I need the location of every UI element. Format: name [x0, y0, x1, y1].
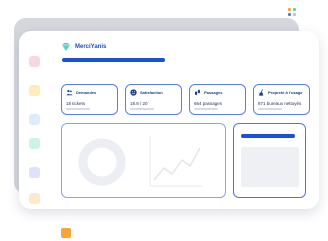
sidebar-item-4[interactable] [29, 138, 40, 149]
stat-title: Satisfaction [140, 90, 163, 95]
brand-name: MerciYanis [75, 44, 107, 50]
sidebar-item-2[interactable] [29, 85, 40, 96]
side-panel-title-placeholder [241, 134, 295, 138]
stat-card-proprete[interactable]: Propreté à l'usage 871 bureaux nettoyés [253, 84, 310, 115]
decorative-dots [288, 8, 298, 18]
smiley-icon [130, 89, 137, 96]
stat-value: 18 tickets [66, 101, 86, 106]
stat-card-demandes[interactable]: Demandes 18 tickets [61, 84, 118, 115]
sidebar-item-5[interactable] [29, 167, 40, 178]
side-panel [233, 123, 306, 198]
stat-card-satisfaction[interactable]: Satisfaction 18.8 / 20 [125, 84, 182, 115]
stat-card-passages[interactable]: Passages 664 passages [189, 84, 246, 115]
sidebar [19, 31, 49, 209]
stat-value: 18.8 / 20 [130, 101, 148, 106]
stat-subtext-placeholder [130, 108, 154, 110]
chart-placeholder [78, 136, 202, 187]
users-icon [66, 89, 73, 96]
page-title-placeholder [62, 58, 165, 62]
sidebar-item-1[interactable] [29, 56, 40, 67]
stat-value: 664 passages [194, 101, 223, 106]
dashboard-card: MerciYanis Demandes 18 tickets Satisfact… [19, 31, 319, 209]
sidebar-item-3[interactable] [29, 114, 40, 125]
stat-title: Demandes [76, 90, 97, 95]
diamond-icon [62, 43, 70, 51]
chart-panel [61, 123, 226, 198]
stat-subtext-placeholder [66, 108, 90, 110]
stat-title: Propreté à l'usage [268, 90, 303, 95]
footsteps-icon [194, 89, 201, 96]
donut-chart-placeholder [78, 138, 126, 186]
stat-title: Passages [204, 90, 223, 95]
stat-value: 871 bureaux nettoyés [258, 101, 302, 106]
sidebar-item-6[interactable] [29, 193, 40, 204]
line-chart-placeholder [153, 147, 201, 181]
stat-subtext-placeholder [258, 108, 282, 110]
stat-subtext-placeholder [194, 108, 218, 110]
broom-icon [259, 89, 264, 96]
brand-logo[interactable]: MerciYanis [61, 41, 106, 53]
side-panel-content-placeholder [241, 147, 299, 187]
decorative-square [61, 228, 71, 238]
